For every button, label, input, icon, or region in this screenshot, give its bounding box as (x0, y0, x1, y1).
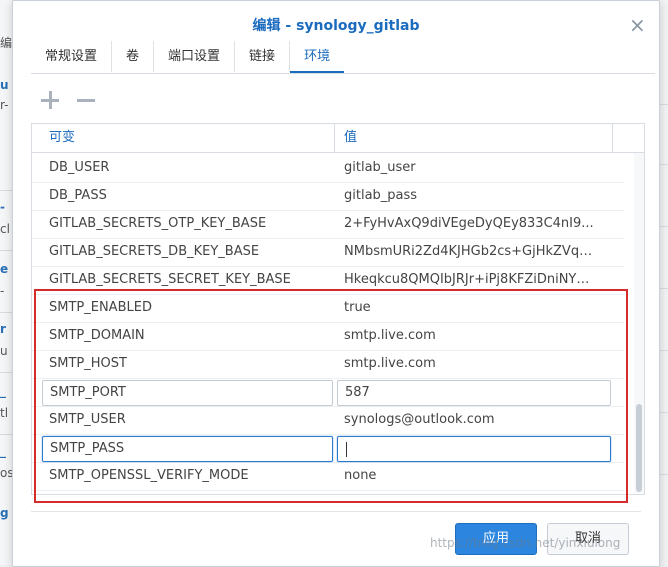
tab-environment[interactable]: 环境 (290, 41, 345, 73)
env-key: SMTP_OPENSSL_VERIFY_MODE (49, 468, 249, 483)
table-row-editing[interactable]: SMTP_PASS (32, 434, 624, 463)
background-text: r- (0, 98, 9, 112)
env-value: smtp.live.com (344, 328, 436, 343)
background-text: r (0, 322, 6, 336)
table-row[interactable]: GITLAB_SECRETS_SECRET_KEY_BASE Hkeqkcu8Q… (32, 266, 624, 295)
background-text: u (0, 344, 8, 358)
table-row[interactable]: GITLAB_SECRETS_OTP_KEY_BASE 2+FyHvAxQ9di… (32, 210, 624, 239)
env-value: Hkeqkcu8QMQIbJRJr+iPj8KFZiDniNYb... (344, 272, 594, 287)
env-key: DB_PASS (49, 188, 107, 203)
footer-divider (31, 511, 641, 512)
background-text: e (0, 262, 9, 276)
env-key: SMTP_HOST (49, 356, 127, 371)
table-row[interactable]: SMTP_OPENSSL_VERIFY_MODE none (32, 462, 624, 491)
background-text: - (0, 200, 5, 214)
env-value-input[interactable]: 587 (337, 380, 611, 406)
background-text: tl (0, 406, 9, 420)
env-key: SMTP_DOMAIN (49, 328, 145, 343)
background-divider (0, 372, 12, 373)
tab-bar: 常规设置 卷 端口设置 链接 环境 (31, 41, 655, 74)
env-value: true (344, 300, 371, 315)
dialog-title: 编辑 - synology_gitlab (252, 18, 420, 34)
env-value-input[interactable] (337, 436, 611, 462)
env-key: GITLAB_SECRETS_OTP_KEY_BASE (49, 216, 267, 231)
env-value: 2+FyHvAxQ9diVEgeDyQEy833C4nI9... (344, 216, 594, 231)
env-key: SMTP_ENABLED (49, 300, 152, 315)
table-row[interactable]: DB_USER gitlab_user (32, 154, 624, 183)
column-divider[interactable] (334, 124, 335, 152)
env-value: gitlab_pass (344, 188, 418, 203)
background-text: g (0, 506, 9, 520)
text-caret (346, 442, 347, 457)
env-variable-table: 可变 值 DB_USER gitlab_user DB_PASS gitlab_… (31, 123, 645, 495)
env-value: smtp.live.com (344, 356, 436, 371)
env-toolbar (39, 89, 97, 113)
background-text: os (0, 466, 12, 480)
tab-general-settings[interactable]: 常规设置 (31, 41, 113, 72)
env-value: NMbsmURi2Zd4KJHGb2cs+GjHkZVqlr... (344, 244, 594, 259)
table-header: 可变 值 (32, 124, 644, 153)
background-divider (0, 434, 12, 435)
background-text: _ (0, 384, 6, 398)
table-row[interactable]: SMTP_DOMAIN smtp.live.com (32, 322, 624, 351)
table-row[interactable]: SMTP_USER synologs@outlook.com (32, 406, 624, 435)
env-key: GITLAB_SECRETS_DB_KEY_BASE (49, 244, 260, 259)
background-text: - (0, 284, 5, 298)
column-header-value[interactable]: 值 (344, 124, 357, 152)
background-app-strip: 编 u r- - cl e - r u _ tl _ os g (0, 0, 12, 565)
tab-volume[interactable]: 卷 (112, 41, 155, 72)
edit-container-dialog: 编辑 - synology_gitlab × 常规设置 卷 端口设置 链接 环境… (12, 0, 660, 567)
background-text: _ (0, 444, 6, 458)
table-row[interactable]: SMTP_HOST smtp.live.com (32, 350, 624, 379)
env-value: synologs@outlook.com (344, 412, 495, 427)
env-key: DB_USER (49, 160, 110, 175)
env-key: SMTP_PASS (50, 441, 125, 456)
env-key: SMTP_PORT (50, 385, 126, 400)
env-key: SMTP_USER (49, 412, 126, 427)
minus-icon[interactable] (75, 89, 97, 111)
background-divider (0, 250, 12, 251)
background-divider (0, 190, 12, 191)
env-key-input[interactable]: SMTP_PASS (42, 436, 333, 462)
env-value: gitlab_user (344, 160, 416, 175)
table-row[interactable]: DB_PASS gitlab_pass (32, 182, 624, 211)
table-row[interactable]: SMTP_ENABLED true (32, 294, 624, 323)
close-icon[interactable]: × (629, 15, 646, 35)
env-key-input[interactable]: SMTP_PORT (42, 380, 333, 406)
table-row-editing[interactable]: SMTP_PORT 587 (32, 378, 624, 407)
cancel-button[interactable]: 取消 (547, 523, 629, 555)
tab-links[interactable]: 链接 (235, 41, 291, 72)
tab-port-settings[interactable]: 端口设置 (154, 41, 236, 72)
apply-button[interactable]: 应用 (455, 523, 537, 555)
scrollbar-thumb[interactable] (636, 404, 642, 492)
background-text: cl (0, 222, 10, 236)
background-divider (0, 312, 12, 313)
background-text: u (0, 78, 9, 92)
column-divider[interactable] (612, 124, 613, 152)
column-header-variable[interactable]: 可变 (49, 124, 75, 152)
env-value: 587 (345, 385, 370, 400)
background-text: 编 (0, 36, 12, 50)
env-value: none (344, 468, 377, 483)
env-key: GITLAB_SECRETS_SECRET_KEY_BASE (49, 272, 291, 287)
table-row[interactable]: GITLAB_SECRETS_DB_KEY_BASE NMbsmURi2Zd4K… (32, 238, 624, 267)
plus-icon[interactable] (39, 89, 61, 111)
